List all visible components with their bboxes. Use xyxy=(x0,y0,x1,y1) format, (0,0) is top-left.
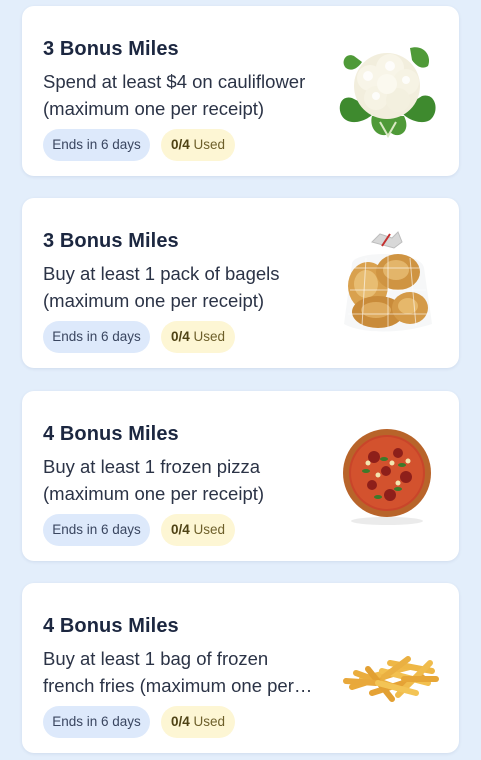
usage-label: Used xyxy=(193,329,226,344)
offer-title: 4 Bonus Miles xyxy=(43,615,179,637)
bagels-icon xyxy=(344,231,432,332)
offer-card[interactable]: 4 Bonus Miles Buy at least 1 frozen pizz… xyxy=(22,391,459,561)
offer-description: Spend at least $4 on cauliflower (maximu… xyxy=(43,71,306,119)
offer-card[interactable]: 3 Bonus Miles Buy at least 1 pack of bag… xyxy=(22,198,459,368)
expiry-badge: Ends in 6 days xyxy=(43,514,150,546)
usage-badge: 0/4 Used xyxy=(161,514,235,546)
offer-title: 4 Bonus Miles xyxy=(43,423,179,445)
offer-description: Buy at least 1 pack of bagels (maximum o… xyxy=(43,263,280,311)
usage-label: Used xyxy=(193,137,226,152)
usage-count: 0/4 xyxy=(170,137,190,152)
expiry-badge: Ends in 6 days xyxy=(43,129,150,161)
offer-description: Buy at least 1 frozen pizza (maximum one… xyxy=(43,456,265,504)
usage-badge: 0/4 Used xyxy=(161,129,235,161)
usage-badge: 0/4 Used xyxy=(161,321,235,353)
offer-title: 3 Bonus Miles xyxy=(43,230,179,252)
pizza-icon xyxy=(343,429,431,525)
usage-badge: 0/4 Used xyxy=(161,706,235,738)
offer-title: 3 Bonus Miles xyxy=(43,38,179,60)
expiry-badge: Ends in 6 days xyxy=(43,321,150,353)
cauliflower-icon xyxy=(339,47,436,139)
usage-label: Used xyxy=(193,522,226,537)
usage-count: 0/4 xyxy=(170,714,190,729)
usage-count: 0/4 xyxy=(170,329,190,344)
french-fries-icon xyxy=(343,656,439,702)
offer-card[interactable]: 4 Bonus Miles Buy at least 1 bag of froz… xyxy=(22,583,459,753)
offer-description: Buy at least 1 bag of frozen french frie… xyxy=(43,648,294,696)
usage-count: 0/4 xyxy=(170,522,190,537)
expiry-badge: Ends in 6 days xyxy=(43,706,150,738)
offer-card[interactable]: 3 Bonus Miles Spend at least $4 on cauli… xyxy=(22,6,459,176)
usage-label: Used xyxy=(193,714,226,729)
